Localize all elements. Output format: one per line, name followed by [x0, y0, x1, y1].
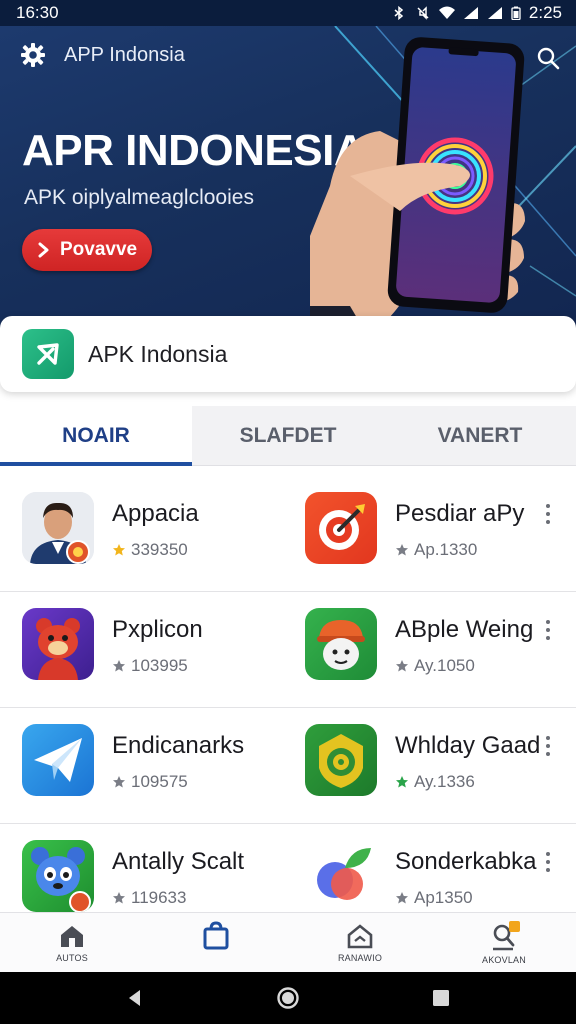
- app-name: Endicanarks: [112, 732, 245, 759]
- app-name: ABple Weing: [395, 616, 534, 643]
- mascot-app-icon: [305, 608, 377, 680]
- more-options-icon[interactable]: [542, 618, 554, 642]
- app-meta: 109575: [112, 772, 188, 792]
- chevron-right-icon: [38, 242, 49, 258]
- hero-banner: APP Indonsia APR INDONESIA APK oiplyalme…: [0, 26, 576, 340]
- bear-app-icon: [22, 608, 94, 680]
- status-time-left: 16:30: [16, 3, 59, 22]
- app-meta: Ay.1050: [395, 656, 475, 676]
- app-meta: 339350: [112, 540, 188, 560]
- app-name: Appacia: [112, 500, 199, 527]
- star-icon: [113, 544, 125, 556]
- app-card-sonderkabka[interactable]: Sonderkabka Ap1350: [305, 840, 576, 912]
- nav-label: AKOVLAN: [482, 954, 526, 965]
- nav-label: RANAWIO: [337, 952, 383, 963]
- hero-header: APP Indonsia: [20, 42, 185, 68]
- signal-2-icon: [487, 7, 502, 19]
- tab-vanert[interactable]: VANERT: [384, 406, 576, 465]
- status-bar: 16:30 2:25: [0, 0, 576, 26]
- more-options-icon[interactable]: [542, 734, 554, 758]
- arrow-icon: [396, 776, 408, 788]
- house-icon: [347, 923, 373, 948]
- person-avatar-icon: [22, 492, 94, 564]
- hero-app-name: APP Indonsia: [64, 43, 185, 66]
- star-icon: [396, 660, 408, 672]
- app-meta: Ay.1336: [395, 772, 475, 792]
- more-options-icon[interactable]: [542, 850, 554, 874]
- app-row: Endicanarks 109575 Whlday Gaad Ay.1336: [0, 708, 576, 824]
- battery-icon: [511, 6, 521, 20]
- apk-logo-icon: [22, 329, 74, 379]
- status-icons: 2:25: [391, 3, 562, 23]
- app-meta: 103995: [112, 656, 188, 676]
- bottom-nav: AUTOS RANAWIO AKOVLAN: [0, 912, 576, 972]
- app-name: Pesdiar aPy: [395, 500, 525, 527]
- tab-noair[interactable]: NOAIR: [0, 406, 192, 466]
- download-icon: [396, 544, 408, 556]
- bag-icon: [203, 920, 229, 949]
- gear-icon[interactable]: [20, 42, 46, 68]
- more-options-icon[interactable]: [542, 502, 554, 526]
- status-time-right: 2:25: [528, 3, 562, 22]
- bluetooth-icon: [394, 6, 404, 20]
- app-meta: Ap1350: [395, 888, 473, 908]
- nav-item-autos[interactable]: AUTOS: [0, 913, 144, 972]
- mute-icon: [417, 6, 429, 20]
- nav-item-akovlan[interactable]: AKOVLAN: [432, 913, 576, 972]
- app-card-whlday[interactable]: Whlday Gaad Ay.1336: [305, 724, 576, 800]
- nav-item-ranawio[interactable]: RANAWIO: [288, 913, 432, 972]
- paper-plane-app-icon: [22, 724, 94, 796]
- recents-icon[interactable]: [431, 988, 451, 1008]
- app-card-pxplicon[interactable]: Pxplicon 103995: [22, 608, 310, 684]
- app-card-appacia[interactable]: Appacia 339350: [22, 492, 310, 568]
- nav-item-apps[interactable]: [144, 913, 288, 972]
- app-row: Appacia 339350 Pesdiar aPy Ap.1330: [0, 476, 576, 592]
- wifi-icon: [438, 6, 455, 19]
- signal-icon: [463, 7, 478, 19]
- app-card-endicanarks[interactable]: Endicanarks 109575: [22, 724, 310, 800]
- app-name: Pxplicon: [112, 616, 203, 643]
- star-icon: [396, 892, 408, 904]
- back-icon[interactable]: [125, 988, 145, 1008]
- app-row: Antally Scalt 119633 Sonderkabka Ap1350: [0, 824, 576, 912]
- app-name: Antally Scalt: [112, 848, 245, 875]
- phone-illustration: [310, 37, 525, 340]
- hero-subtitle: APK oiplyalmeaglclooies: [24, 186, 254, 209]
- app-card-abple[interactable]: ABple Weing Ay.1050: [305, 608, 576, 684]
- shield-badge-app-icon: [305, 724, 377, 796]
- app-card-antally[interactable]: Antally Scalt 119633: [22, 840, 310, 912]
- app-meta: Ap.1330: [395, 540, 477, 560]
- system-nav-bar: [0, 972, 576, 1024]
- home-button-icon[interactable]: [276, 986, 300, 1010]
- app-row: Pxplicon 103995 ABple Weing Ay.1050: [0, 592, 576, 708]
- star-icon: [113, 892, 125, 904]
- app-name: Sonderkabka: [395, 848, 537, 875]
- category-tabs: NOAIR SLAFDET VANERT: [0, 406, 576, 466]
- star-icon: [113, 660, 125, 672]
- chat-bubbles-app-icon: [305, 840, 377, 912]
- hero-cta-button[interactable]: Povavve: [22, 229, 152, 271]
- raccoon-app-icon: [22, 840, 94, 912]
- nav-label: AUTOS: [56, 952, 88, 963]
- brand-card[interactable]: APK Indonsia: [0, 316, 576, 392]
- app-grid: Appacia 339350 Pesdiar aPy Ap.1330 Pxpli…: [0, 476, 576, 912]
- tab-slafdet[interactable]: SLAFDET: [192, 406, 384, 465]
- target-app-icon: [305, 492, 377, 564]
- app-meta: 119633: [112, 888, 186, 908]
- profile-icon: [493, 920, 520, 950]
- brand-name: APK Indonsia: [88, 340, 228, 367]
- app-name: Whlday Gaad: [395, 732, 541, 759]
- star-icon: [113, 776, 125, 788]
- hero-cta-label: Povavve: [60, 239, 138, 260]
- home-icon: [61, 925, 83, 947]
- app-card-pesdiar[interactable]: Pesdiar aPy Ap.1330: [305, 492, 576, 568]
